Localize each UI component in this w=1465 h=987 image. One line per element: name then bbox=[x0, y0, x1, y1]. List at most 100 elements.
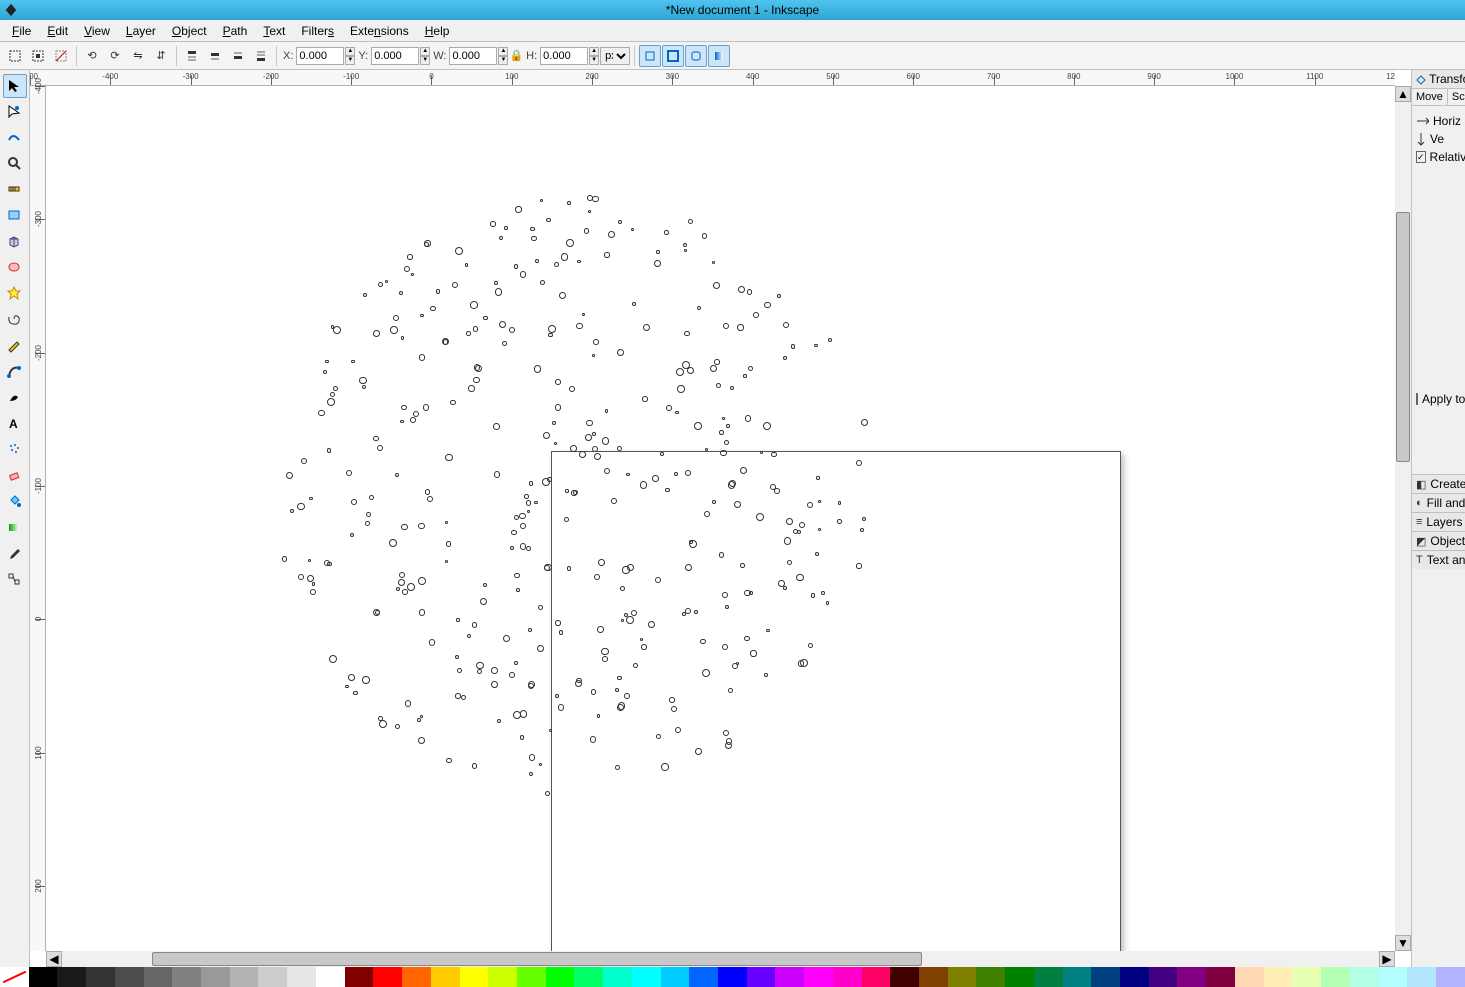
sprayed-circle[interactable] bbox=[353, 691, 357, 695]
sprayed-circle[interactable] bbox=[468, 385, 474, 391]
sprayed-circle[interactable] bbox=[452, 282, 458, 288]
sprayed-circle[interactable] bbox=[748, 366, 753, 371]
raise-button[interactable] bbox=[204, 45, 226, 67]
sprayed-circle[interactable] bbox=[771, 452, 777, 458]
sprayed-circle[interactable] bbox=[402, 589, 408, 595]
swatch[interactable] bbox=[172, 967, 201, 987]
sprayed-circle[interactable] bbox=[592, 354, 595, 357]
sprayed-circle[interactable] bbox=[642, 396, 648, 402]
sprayed-circle[interactable] bbox=[814, 344, 818, 348]
tool-connector[interactable] bbox=[3, 568, 27, 592]
sprayed-circle[interactable] bbox=[456, 618, 459, 621]
sprayed-circle[interactable] bbox=[473, 377, 479, 383]
sprayed-circle[interactable] bbox=[586, 420, 592, 426]
sprayed-circle[interactable] bbox=[661, 763, 668, 770]
sprayed-circle[interactable] bbox=[366, 512, 371, 517]
sprayed-circle[interactable] bbox=[529, 754, 536, 761]
sprayed-circle[interactable] bbox=[722, 644, 728, 650]
sprayed-circle[interactable] bbox=[477, 669, 482, 674]
tool-spray[interactable] bbox=[3, 438, 27, 462]
sprayed-circle[interactable] bbox=[726, 424, 730, 428]
sprayed-circle[interactable] bbox=[393, 315, 399, 321]
sprayed-circle[interactable] bbox=[567, 566, 571, 570]
sprayed-circle[interactable] bbox=[856, 460, 862, 466]
sprayed-circle[interactable] bbox=[675, 411, 679, 415]
sprayed-circle[interactable] bbox=[626, 616, 634, 624]
sprayed-circle[interactable] bbox=[582, 313, 585, 316]
swatch[interactable] bbox=[144, 967, 173, 987]
sprayed-circle[interactable] bbox=[837, 519, 842, 524]
sprayed-circle[interactable] bbox=[594, 574, 600, 580]
swatch[interactable] bbox=[747, 967, 776, 987]
sprayed-circle[interactable] bbox=[510, 546, 514, 550]
sprayed-circle[interactable] bbox=[389, 539, 397, 547]
sprayed-circle[interactable] bbox=[571, 490, 577, 496]
sprayed-circle[interactable] bbox=[530, 227, 534, 231]
sprayed-circle[interactable] bbox=[828, 338, 833, 343]
sprayed-circle[interactable] bbox=[502, 341, 507, 346]
tool-spiral[interactable] bbox=[3, 308, 27, 332]
tool-gradient[interactable] bbox=[3, 516, 27, 540]
sprayed-circle[interactable] bbox=[544, 564, 552, 572]
sprayed-circle[interactable] bbox=[683, 243, 687, 247]
vertical-scrollbar[interactable]: ▲ ▼ bbox=[1395, 86, 1411, 951]
scroll-up-arrow[interactable]: ▲ bbox=[1395, 86, 1411, 102]
scroll-right-arrow[interactable]: ▶ bbox=[1379, 951, 1395, 967]
swatch-none[interactable] bbox=[0, 967, 29, 987]
sprayed-circle[interactable] bbox=[597, 714, 601, 718]
sprayed-circle[interactable] bbox=[608, 231, 615, 238]
sprayed-circle[interactable] bbox=[399, 291, 403, 295]
sprayed-circle[interactable] bbox=[417, 718, 421, 722]
sprayed-circle[interactable] bbox=[325, 360, 328, 363]
sprayed-circle[interactable] bbox=[627, 564, 634, 571]
tool-measure[interactable] bbox=[3, 178, 27, 202]
sprayed-circle[interactable] bbox=[404, 266, 410, 272]
lower-button[interactable] bbox=[227, 45, 249, 67]
sprayed-circle[interactable] bbox=[407, 583, 415, 591]
sprayed-circle[interactable] bbox=[694, 422, 702, 430]
sprayed-circle[interactable] bbox=[348, 674, 355, 681]
affect-scale-stroke-button[interactable] bbox=[662, 45, 684, 67]
sprayed-circle[interactable] bbox=[712, 500, 716, 504]
sprayed-circle[interactable] bbox=[472, 622, 477, 627]
sprayed-circle[interactable] bbox=[539, 763, 542, 766]
sprayed-circle[interactable] bbox=[323, 370, 327, 374]
sprayed-circle[interactable] bbox=[542, 478, 550, 486]
sprayed-circle[interactable] bbox=[520, 271, 527, 278]
sprayed-circle[interactable] bbox=[602, 437, 610, 445]
sprayed-circle[interactable] bbox=[350, 533, 354, 537]
affect-move-button[interactable] bbox=[639, 45, 661, 67]
menu-edit[interactable]: Edit bbox=[39, 22, 76, 40]
sprayed-circle[interactable] bbox=[520, 710, 528, 718]
sprayed-circle[interactable] bbox=[729, 480, 736, 487]
sprayed-circle[interactable] bbox=[787, 560, 792, 565]
sprayed-circle[interactable] bbox=[702, 233, 708, 239]
sprayed-circle[interactable] bbox=[714, 359, 719, 364]
sprayed-circle[interactable] bbox=[495, 288, 502, 295]
sprayed-circle[interactable] bbox=[418, 737, 426, 745]
sprayed-circle[interactable] bbox=[483, 316, 488, 321]
sprayed-circle[interactable] bbox=[345, 685, 348, 688]
tab-scale[interactable]: Sc bbox=[1448, 89, 1465, 105]
sprayed-circle[interactable] bbox=[770, 484, 776, 490]
x-input[interactable] bbox=[296, 47, 344, 65]
sprayed-circle[interactable] bbox=[585, 434, 592, 441]
sprayed-circle[interactable] bbox=[423, 404, 430, 411]
sprayed-circle[interactable] bbox=[694, 610, 698, 614]
sprayed-circle[interactable] bbox=[552, 421, 557, 426]
swatch[interactable] bbox=[460, 967, 489, 987]
sprayed-circle[interactable] bbox=[346, 470, 352, 476]
swatch[interactable] bbox=[258, 967, 287, 987]
sprayed-circle[interactable] bbox=[520, 543, 526, 549]
sprayed-circle[interactable] bbox=[734, 501, 741, 508]
sprayed-circle[interactable] bbox=[728, 688, 733, 693]
swatch[interactable] bbox=[201, 967, 230, 987]
sprayed-circle[interactable] bbox=[420, 314, 424, 318]
sprayed-circle[interactable] bbox=[527, 510, 531, 514]
sprayed-circle[interactable] bbox=[555, 404, 562, 411]
sprayed-circle[interactable] bbox=[420, 715, 423, 718]
rotate-cw-button[interactable]: ⟳ bbox=[104, 45, 126, 67]
sprayed-circle[interactable] bbox=[559, 292, 566, 299]
raise-top-button[interactable] bbox=[181, 45, 203, 67]
dock-section-2[interactable]: ≡Layers (S bbox=[1412, 512, 1465, 531]
